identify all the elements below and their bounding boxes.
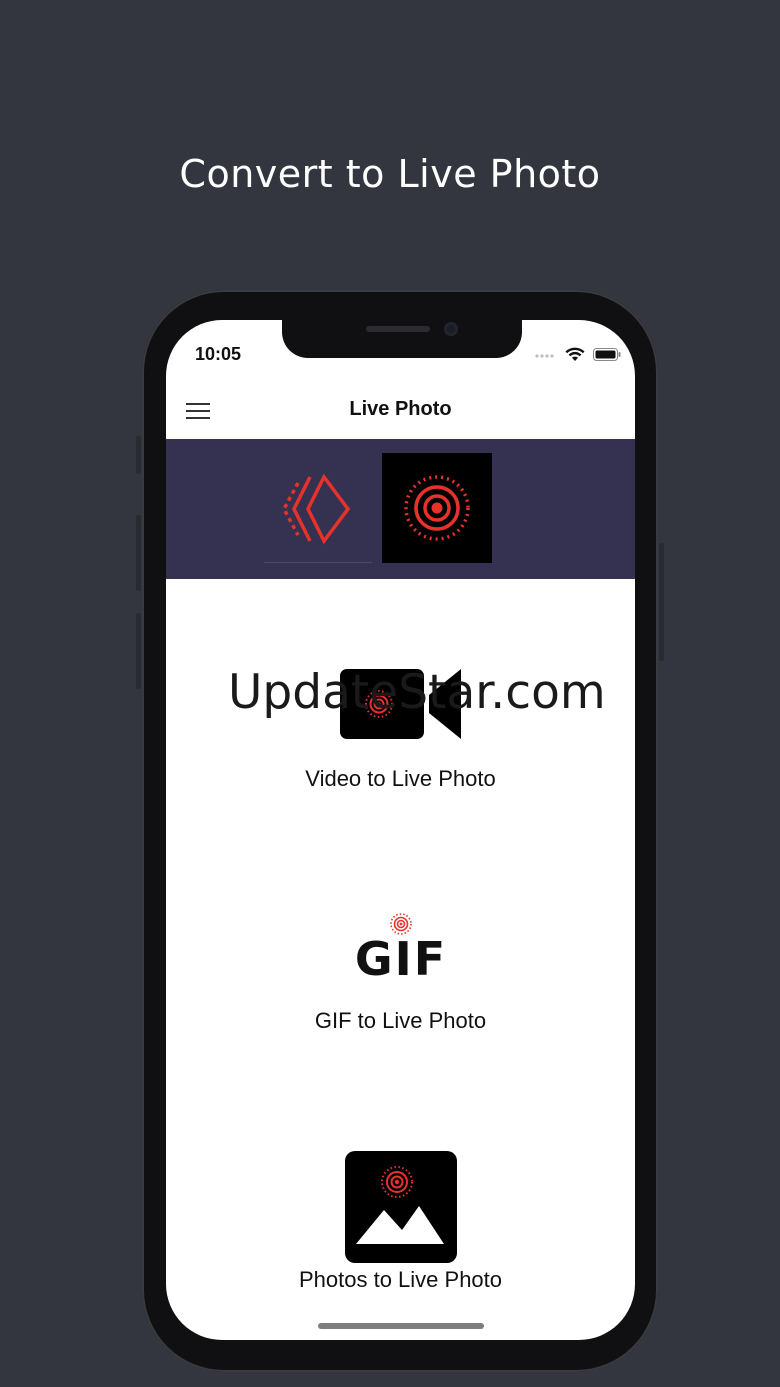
video-to-live-photo-label: Video to Live Photo — [305, 766, 496, 791]
banner-divider — [264, 562, 372, 563]
phone-mute-switch — [136, 436, 141, 474]
phone-screen: 10:05 Live Photo Video to Live Photo GIF… — [166, 320, 635, 1340]
gif-to-live-photo-label: GIF to Live Photo — [314, 1008, 487, 1033]
gif-icon-text: GIF — [355, 932, 447, 980]
phone-volume-up — [136, 515, 141, 591]
diamond-logo-icon[interactable] — [264, 453, 372, 563]
battery-icon — [593, 348, 621, 361]
photos-to-live-photo-button[interactable]: Photos to Live Photo — [166, 1148, 635, 1298]
live-target-icon — [404, 475, 470, 541]
status-icons — [535, 347, 621, 362]
promo-headline: Convert to Live Photo — [179, 152, 601, 196]
home-indicator — [318, 1323, 484, 1329]
phone-volume-down — [136, 613, 141, 689]
front-camera — [444, 322, 458, 336]
watermark: UpdateStar.com — [228, 665, 606, 720]
phone-power-button — [659, 543, 664, 661]
banner — [166, 439, 635, 579]
phone-notch — [282, 320, 522, 358]
wifi-icon — [565, 347, 585, 361]
navigation-bar: Live Photo — [166, 384, 635, 439]
gif-icon: GIF — [355, 913, 447, 980]
live-photo-logo[interactable] — [382, 453, 492, 563]
status-time: 10:05 — [195, 344, 242, 364]
speaker — [366, 326, 430, 332]
nav-title: Live Photo — [349, 398, 452, 420]
photos-to-live-photo-label: Photos to Live Photo — [298, 1267, 503, 1292]
gif-to-live-photo-button[interactable]: GIF GIF to Live Photo — [166, 910, 635, 1050]
photo-icon — [345, 1151, 457, 1263]
signal-icon — [535, 353, 554, 358]
